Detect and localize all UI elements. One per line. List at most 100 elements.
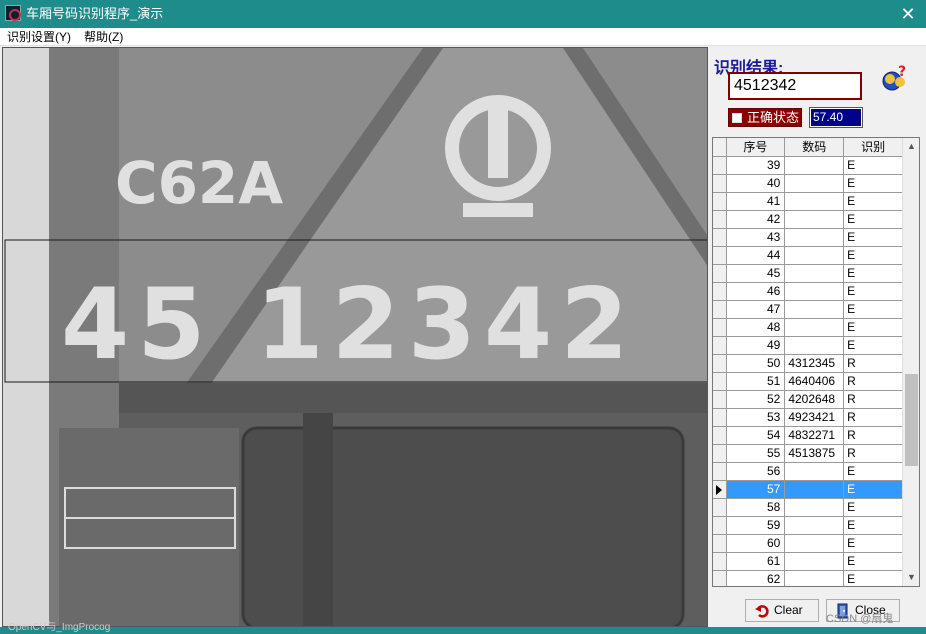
cell-digits[interactable] (784, 300, 845, 319)
row-indicator[interactable] (713, 408, 727, 427)
result-grid[interactable]: 序号 数码 识别 39 E 40 E 41 E 42 E 43 E 44 E 45 E 46 E 47 E 48 E 4… (712, 137, 920, 587)
cell-seq[interactable]: 57 (726, 480, 786, 499)
cell-digits[interactable] (784, 570, 845, 586)
cell-seq[interactable]: 40 (726, 174, 786, 193)
correct-status-checkbox[interactable]: 正确状态 (728, 108, 802, 127)
cell-digits[interactable]: 4923421 (784, 408, 845, 427)
table-row[interactable]: 57 E (713, 480, 903, 499)
cell-recognition[interactable]: E (843, 462, 903, 481)
row-indicator[interactable] (713, 390, 727, 409)
cell-digits[interactable] (784, 156, 845, 175)
cell-digits[interactable] (784, 210, 845, 229)
col-header-recognition[interactable]: 识别 (843, 138, 903, 157)
cell-digits[interactable] (784, 552, 845, 571)
cell-recognition[interactable]: E (843, 246, 903, 265)
row-indicator[interactable] (713, 174, 727, 193)
cell-seq[interactable]: 53 (726, 408, 786, 427)
table-row[interactable]: 56 E (713, 462, 903, 481)
row-indicator[interactable] (713, 534, 727, 553)
table-row[interactable]: 46 E (713, 282, 903, 301)
cell-digits[interactable] (784, 228, 845, 247)
row-indicator[interactable] (713, 318, 727, 337)
cell-recognition[interactable]: E (843, 192, 903, 211)
row-indicator[interactable] (713, 462, 727, 481)
row-indicator[interactable] (713, 228, 727, 247)
cell-recognition[interactable]: E (843, 210, 903, 229)
row-indicator[interactable] (713, 372, 727, 391)
checkbox-box[interactable] (732, 113, 742, 123)
cell-recognition[interactable]: E (843, 156, 903, 175)
close-icon[interactable]: ✕ (890, 0, 926, 28)
cell-recognition[interactable]: R (843, 372, 903, 391)
row-indicator[interactable] (713, 498, 727, 517)
cell-seq[interactable]: 44 (726, 246, 786, 265)
cell-recognition[interactable]: E (843, 174, 903, 193)
table-row[interactable]: 47 E (713, 300, 903, 319)
cell-digits[interactable] (784, 462, 845, 481)
row-indicator[interactable] (713, 156, 727, 175)
cell-recognition[interactable]: E (843, 480, 903, 499)
cell-seq[interactable]: 62 (726, 570, 786, 586)
cell-seq[interactable]: 45 (726, 264, 786, 283)
row-indicator[interactable] (713, 300, 727, 319)
cell-digits[interactable] (784, 498, 845, 517)
table-row[interactable]: 40 E (713, 174, 903, 193)
col-header-digits[interactable]: 数码 (784, 138, 845, 157)
cell-seq[interactable]: 52 (726, 390, 786, 409)
table-row[interactable]: 44 E (713, 246, 903, 265)
cell-seq[interactable]: 61 (726, 552, 786, 571)
menu-help[interactable]: 帮助(Z) (84, 29, 123, 45)
cell-digits[interactable]: 4832271 (784, 426, 845, 445)
table-row[interactable]: 49 E (713, 336, 903, 355)
scroll-up-icon[interactable]: ▲ (903, 138, 919, 155)
cell-seq[interactable]: 59 (726, 516, 786, 535)
table-row[interactable]: 55 4513875 R (713, 444, 903, 463)
row-indicator[interactable] (713, 246, 727, 265)
cell-digits[interactable] (784, 516, 845, 535)
cell-recognition[interactable]: E (843, 300, 903, 319)
table-row[interactable]: 50 4312345 R (713, 354, 903, 373)
cell-seq[interactable]: 46 (726, 282, 786, 301)
cell-seq[interactable]: 49 (726, 336, 786, 355)
cell-recognition[interactable]: R (843, 426, 903, 445)
cell-digits[interactable] (784, 264, 845, 283)
cell-recognition[interactable]: E (843, 264, 903, 283)
scroll-down-icon[interactable]: ▼ (903, 569, 919, 586)
table-row[interactable]: 43 E (713, 228, 903, 247)
table-row[interactable]: 45 E (713, 264, 903, 283)
grid-scrollbar[interactable]: ▲ ▼ (902, 138, 919, 586)
table-row[interactable]: 62 E (713, 570, 903, 586)
table-row[interactable]: 51 4640406 R (713, 372, 903, 391)
row-indicator[interactable] (713, 210, 727, 229)
table-row[interactable]: 58 E (713, 498, 903, 517)
cell-digits[interactable] (784, 318, 845, 337)
cell-digits[interactable] (784, 480, 845, 499)
cell-seq[interactable]: 42 (726, 210, 786, 229)
cell-seq[interactable]: 47 (726, 300, 786, 319)
cell-digits[interactable] (784, 246, 845, 265)
cell-seq[interactable]: 54 (726, 426, 786, 445)
cell-seq[interactable]: 48 (726, 318, 786, 337)
table-row[interactable]: 53 4923421 R (713, 408, 903, 427)
scroll-thumb[interactable] (905, 374, 918, 466)
table-row[interactable]: 60 E (713, 534, 903, 553)
cell-recognition[interactable]: E (843, 516, 903, 535)
result-value-box[interactable]: 4512342 (728, 72, 862, 100)
cell-seq[interactable]: 51 (726, 372, 786, 391)
cell-digits[interactable]: 4312345 (784, 354, 845, 373)
cell-recognition[interactable]: R (843, 408, 903, 427)
cell-recognition[interactable]: R (843, 390, 903, 409)
table-row[interactable]: 59 E (713, 516, 903, 535)
cell-seq[interactable]: 60 (726, 534, 786, 553)
table-row[interactable]: 39 E (713, 156, 903, 175)
cell-seq[interactable]: 50 (726, 354, 786, 373)
row-indicator[interactable] (713, 516, 727, 535)
cell-recognition[interactable]: E (843, 570, 903, 586)
cell-digits[interactable] (784, 534, 845, 553)
cell-digits[interactable] (784, 282, 845, 301)
clear-button[interactable]: Clear (745, 599, 819, 622)
cell-seq[interactable]: 56 (726, 462, 786, 481)
table-row[interactable]: 42 E (713, 210, 903, 229)
cell-recognition[interactable]: E (843, 534, 903, 553)
cell-recognition[interactable]: E (843, 228, 903, 247)
